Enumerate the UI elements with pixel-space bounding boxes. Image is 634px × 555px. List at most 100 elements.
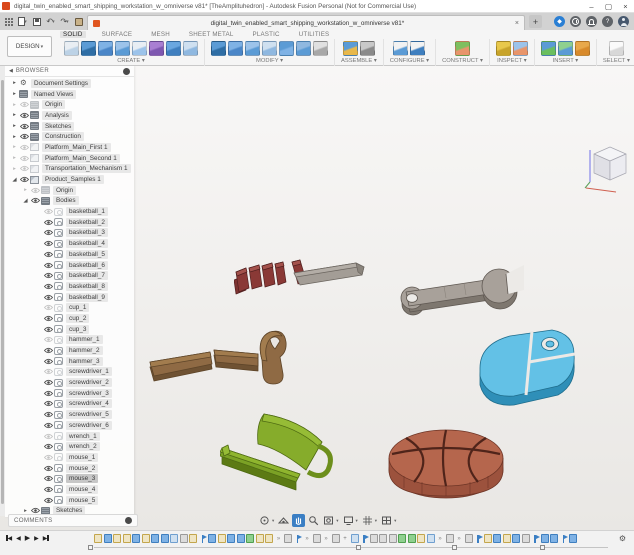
collapsed-arrow-icon[interactable]: ▸ (10, 166, 19, 172)
document-feature-icon[interactable] (170, 534, 178, 543)
timeline-marker[interactable] (88, 545, 93, 550)
browser-item-label[interactable]: screwdriver_6 (66, 421, 112, 430)
visibility-eye-icon[interactable] (43, 422, 54, 429)
browser-item-label[interactable]: Platform_Main_Second 1 (42, 154, 120, 163)
visibility-eye-icon[interactable] (43, 475, 54, 482)
visibility-eye-icon[interactable] (19, 133, 30, 140)
collapsed-group-icon[interactable]: » (436, 534, 444, 543)
browser-item-basketball-7[interactable]: basketball_7 (5, 270, 134, 281)
browser-item-sketches[interactable]: ▸Sketches (5, 121, 134, 132)
pattern-feature-icon[interactable] (246, 534, 254, 543)
collapsed-group-icon[interactable]: » (303, 534, 311, 543)
component-flag-icon[interactable] (474, 534, 482, 543)
visibility-eye-icon[interactable] (43, 251, 54, 258)
component-flag-icon[interactable] (560, 534, 568, 543)
browser-item-mouse-5[interactable]: mouse_5 (5, 495, 134, 506)
extrude-feature-icon[interactable] (569, 534, 577, 543)
configuration-table-icon[interactable] (410, 41, 425, 56)
sketch-feature-icon[interactable] (417, 534, 425, 543)
shell-icon[interactable] (262, 41, 277, 56)
extrude-feature-icon[interactable] (104, 534, 112, 543)
combine-icon[interactable] (279, 41, 294, 56)
canvas-icon[interactable] (558, 41, 573, 56)
expanded-arrow-icon[interactable]: ◢ (21, 198, 30, 204)
extrude-feature-icon[interactable] (227, 534, 235, 543)
new-component-icon[interactable] (343, 41, 358, 56)
visibility-eye-icon[interactable] (19, 101, 30, 108)
timeline-step-forward-button[interactable]: ▶ (34, 535, 39, 542)
browser-item-basketball-2[interactable]: basketball_2 (5, 217, 134, 228)
ribbon-tab-mesh[interactable]: MESH (148, 31, 173, 38)
extrude-feature-icon[interactable] (208, 534, 216, 543)
visibility-eye-icon[interactable] (43, 272, 54, 279)
browser-item-platform-main-first-1[interactable]: ▸Platform_Main_First 1 (5, 142, 134, 153)
file-menu-icon[interactable]: ▾ (17, 16, 28, 27)
browser-item-mouse-1[interactable]: mouse_1 (5, 452, 134, 463)
job-status-icon[interactable] (570, 16, 581, 27)
visibility-eye-icon[interactable] (43, 400, 54, 407)
browser-item-label[interactable]: screwdriver_5 (66, 410, 112, 419)
extrude-feature-icon[interactable] (550, 534, 558, 543)
ribbon-group-label[interactable]: CONFIGURE ▾ (390, 58, 429, 64)
browser-item-basketball-6[interactable]: basketball_6 (5, 260, 134, 271)
feature-icon[interactable] (389, 534, 397, 543)
navbar-orbit-icon[interactable]: ▾ (258, 514, 275, 527)
undo-icon[interactable]: ↶▾ (45, 16, 56, 27)
visibility-eye-icon[interactable] (43, 411, 54, 418)
close-button[interactable]: × (617, 0, 634, 13)
browser-scrollbar[interactable] (0, 66, 5, 516)
browser-item-basketball-5[interactable]: basketball_5 (5, 249, 134, 260)
browser-item-label[interactable]: basketball_7 (66, 271, 108, 280)
extrude-feature-icon[interactable] (541, 534, 549, 543)
browser-item-basketball-4[interactable]: basketball_4 (5, 238, 134, 249)
browser-item-label[interactable]: Platform_Main_First 1 (42, 143, 111, 152)
collapsed-group-icon[interactable]: » (322, 534, 330, 543)
browser-item-transportation-mechanism-1[interactable]: ▸Transportation_Mechanism 1 (5, 164, 134, 175)
timeline-go-to-end-button[interactable]: ▶ (43, 535, 49, 542)
document-feature-icon[interactable] (427, 534, 435, 543)
view-cube[interactable] (582, 142, 628, 194)
move-icon[interactable] (313, 41, 328, 56)
visibility-eye-icon[interactable] (19, 165, 30, 172)
sketch-feature-icon[interactable] (484, 534, 492, 543)
timeline-marker[interactable] (540, 545, 545, 550)
browser-item-label[interactable]: screwdriver_1 (66, 367, 112, 376)
browser-collapse-icon[interactable]: ◀ (9, 68, 13, 74)
visibility-eye-icon[interactable] (19, 155, 30, 162)
timeline-track[interactable] (94, 547, 608, 548)
browser-item-label[interactable]: screwdriver_4 (66, 399, 112, 408)
browser-item-label[interactable]: mouse_1 (66, 453, 98, 462)
browser-item-label[interactable]: Product_Samples 1 (42, 175, 104, 184)
collapsed-arrow-icon[interactable]: ▸ (10, 155, 19, 161)
collapsed-arrow-icon[interactable]: ▸ (10, 134, 19, 140)
browser-item-label[interactable]: Bodies (53, 196, 79, 205)
visibility-eye-icon[interactable] (43, 229, 54, 236)
dropdown-caret-icon[interactable]: ▾ (394, 518, 396, 524)
joint-icon[interactable] (360, 41, 375, 56)
part-hammer[interactable] (146, 328, 288, 392)
part-wrench[interactable] (396, 258, 524, 320)
collapsed-arrow-icon[interactable]: ▸ (10, 102, 19, 108)
extensions-icon[interactable]: ◆ (554, 16, 565, 27)
browser-item-label[interactable]: screwdriver_2 (66, 378, 112, 387)
browser-item-screwdriver-1[interactable]: screwdriver_1 (5, 367, 134, 378)
new-tab-button[interactable]: + (529, 15, 542, 28)
browser-item-label[interactable]: hammer_1 (66, 335, 103, 344)
move-feature-icon[interactable]: + (341, 534, 349, 543)
browser-item-label[interactable]: Named Views (31, 90, 76, 99)
browser-options-icon[interactable] (123, 68, 130, 75)
redo-icon[interactable]: ↷▾ (59, 16, 70, 27)
save-icon[interactable] (31, 16, 42, 27)
sketch-feature-icon[interactable] (256, 534, 264, 543)
visibility-eye-icon[interactable] (43, 315, 54, 322)
ribbon-group-label[interactable]: INSERT ▾ (553, 58, 579, 64)
pattern-feature-icon[interactable] (408, 534, 416, 543)
browser-item-label[interactable]: Origin (53, 186, 76, 195)
scrollbar-thumb[interactable] (1, 80, 4, 504)
browser-item-construction[interactable]: ▸Construction (5, 131, 134, 142)
thread-icon[interactable] (166, 41, 181, 56)
browser-item-label[interactable]: basketball_4 (66, 239, 108, 248)
app-menu-icon[interactable] (3, 16, 14, 27)
visibility-eye-icon[interactable] (19, 123, 30, 130)
browser-item-label[interactable]: basketball_2 (66, 218, 108, 227)
